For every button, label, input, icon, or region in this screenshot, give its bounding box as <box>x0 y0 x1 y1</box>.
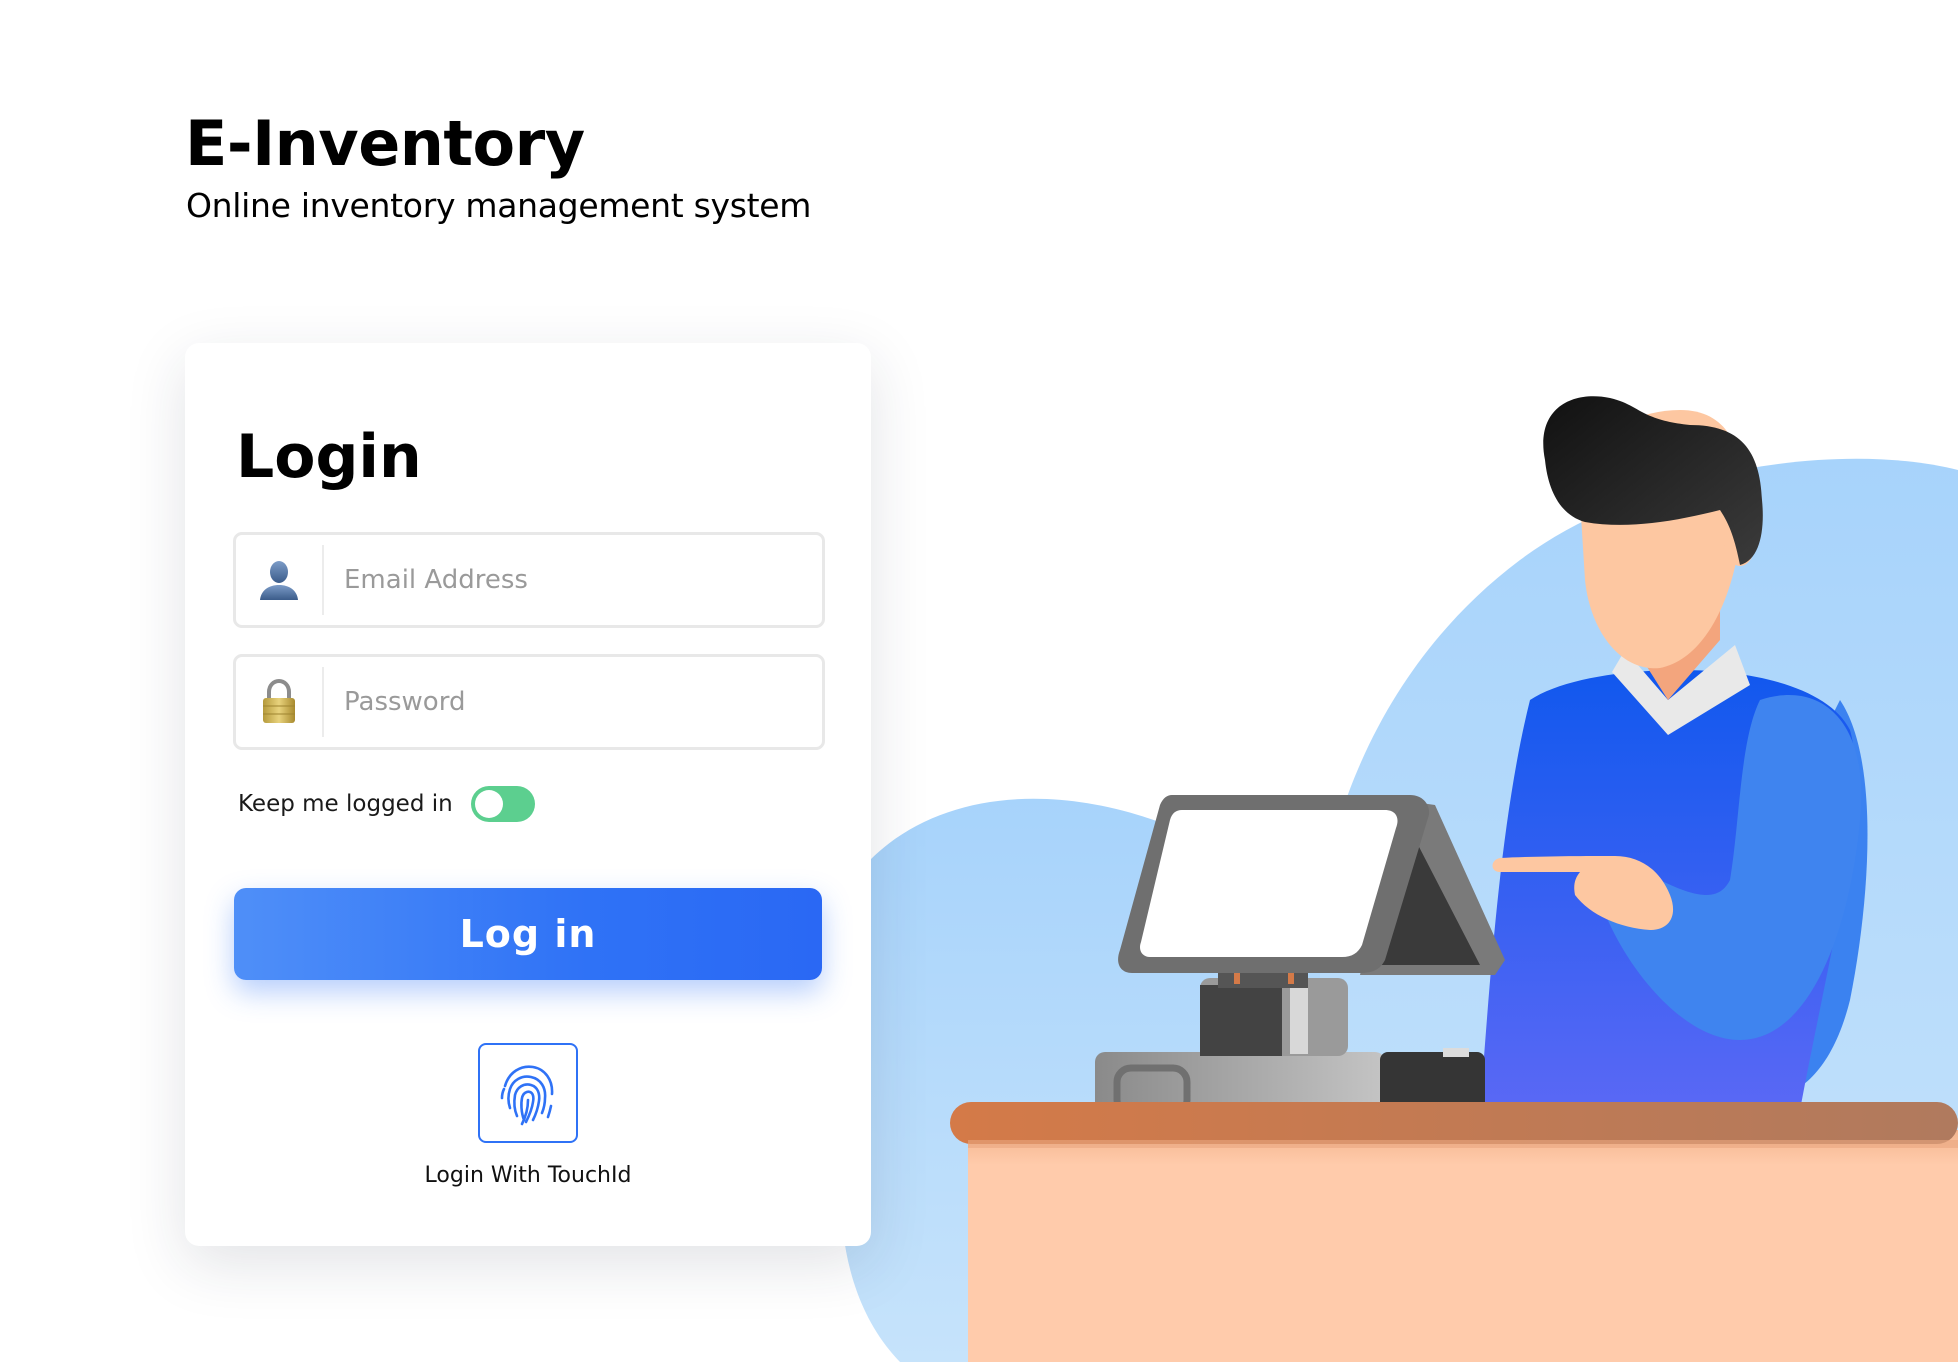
keep-logged-in-toggle[interactable] <box>470 786 535 822</box>
login-card: Login Email Address Keep me logged in Lo… <box>185 343 871 1246</box>
email-input[interactable] <box>344 535 804 625</box>
toggle-knob <box>474 790 503 818</box>
brand-title: E-Inventory <box>185 107 585 180</box>
field-divider <box>322 667 324 737</box>
login-button[interactable]: Log in <box>234 888 822 980</box>
brand-subtitle: Online inventory management system <box>186 186 812 225</box>
field-divider <box>322 545 324 615</box>
lock-icon <box>236 657 322 747</box>
user-icon <box>236 535 322 625</box>
email-field[interactable] <box>233 532 825 628</box>
fingerprint-icon <box>500 1065 554 1126</box>
login-heading: Login <box>236 422 422 492</box>
keep-logged-in-label: Keep me logged in <box>238 791 453 817</box>
password-input[interactable] <box>344 657 804 747</box>
keep-logged-in-row: Keep me logged in <box>238 784 535 824</box>
touch-id-button[interactable] <box>478 1043 578 1143</box>
touch-id-label: Login With TouchId <box>424 1163 632 1188</box>
password-field[interactable] <box>233 654 825 750</box>
